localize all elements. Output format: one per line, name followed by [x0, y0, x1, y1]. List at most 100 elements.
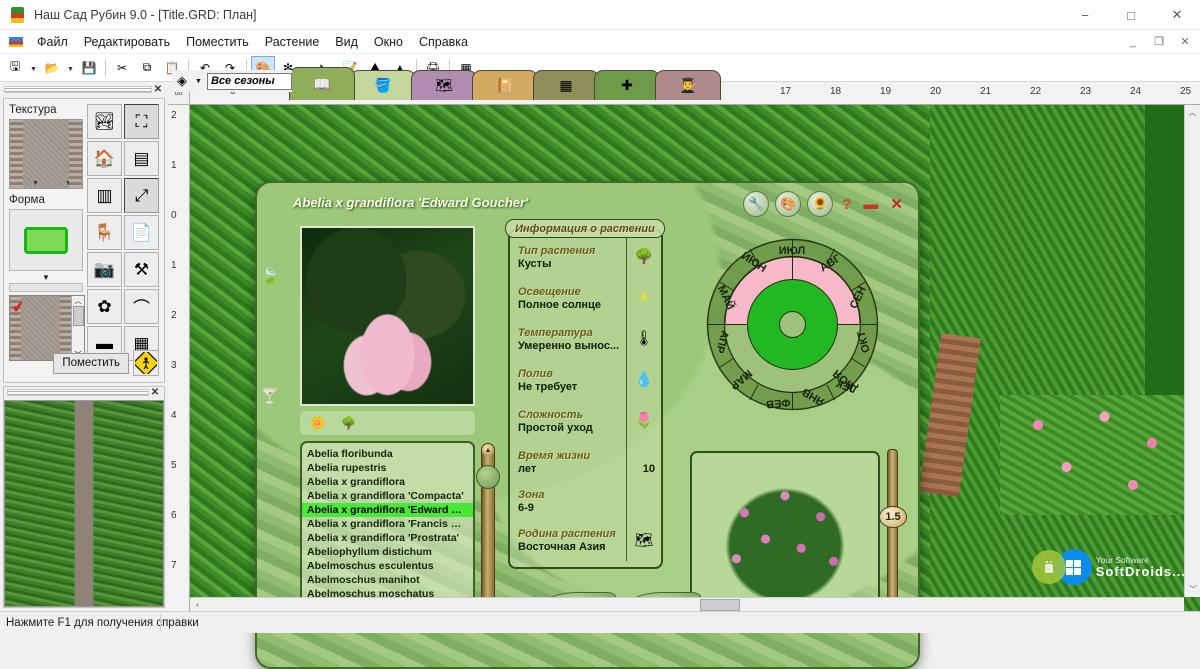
- scroll-up-icon[interactable]: ︿: [75, 296, 82, 306]
- list-item[interactable]: Abelia rupestris: [302, 461, 473, 475]
- watering-can-icon[interactable]: 🍸: [253, 363, 287, 429]
- list-icon[interactable]: 📄: [124, 215, 159, 250]
- plant-species-list[interactable]: Abelia floribunda Abelia rupestris Abeli…: [300, 441, 475, 616]
- tree-photo-icon[interactable]: 🌳: [341, 416, 356, 430]
- palette-icon[interactable]: 🎨: [775, 191, 802, 217]
- height-ruler[interactable]: [887, 449, 898, 607]
- camera-icon[interactable]: 📷: [87, 252, 122, 287]
- bridge-icon[interactable]: ⌒: [124, 289, 159, 324]
- dimension-icon[interactable]: ⤢: [124, 178, 159, 213]
- watering-can-icon: 🪣: [374, 77, 392, 93]
- scroll-up-icon[interactable]: ︿: [1185, 105, 1200, 120]
- garden-tools-icon[interactable]: 🔧: [743, 191, 770, 217]
- mdi-minimize-button[interactable]: _: [1120, 32, 1146, 51]
- list-item[interactable]: Abelmoschus manihot: [302, 573, 473, 587]
- menu-item-plant[interactable]: Растение: [257, 32, 328, 52]
- place-button[interactable]: Поместить: [53, 352, 129, 374]
- window-close-button[interactable]: ✕: [1154, 0, 1200, 30]
- expand-arrow[interactable]: ▼: [9, 273, 83, 282]
- vertical-ruler[interactable]: 2 1 0 1 2 3 4 5 6 7: [168, 105, 190, 611]
- open-folder-dropdown[interactable]: ▼: [65, 56, 76, 80]
- list-item[interactable]: Abelia floribunda: [302, 447, 473, 461]
- menu-item-file[interactable]: Файл: [29, 32, 76, 52]
- menu-item-view[interactable]: Вид: [327, 32, 366, 52]
- season-selector: ◈ ▼ Все сезоны: [172, 70, 292, 92]
- grass-texture-panel[interactable]: [3, 386, 165, 608]
- scroll-down-icon[interactable]: ﹀: [1185, 582, 1200, 597]
- mdi-restore-button[interactable]: ❐: [1146, 32, 1172, 51]
- close-icon[interactable]: ✕: [152, 84, 164, 95]
- list-item[interactable]: Abelia x grandiflora 'Francis Ma...: [302, 517, 473, 531]
- new-document-dropdown[interactable]: ▼: [28, 56, 39, 80]
- tab-gallery[interactable]: ▦: [533, 70, 599, 100]
- select-frame-icon[interactable]: ⛶: [124, 104, 159, 139]
- flower-icon[interactable]: ✿: [87, 289, 122, 324]
- leaf-bookmark-icon[interactable]: 🍃: [253, 243, 287, 309]
- tab-watering[interactable]: 🪣: [350, 70, 416, 100]
- flower-bed-icon[interactable]: 🌻: [807, 191, 834, 217]
- texture-preview[interactable]: ▼ ▼: [9, 119, 83, 189]
- height-value-badge[interactable]: 1.5: [879, 506, 907, 528]
- house-icon[interactable]: 🏠: [87, 141, 122, 176]
- menu-item-window[interactable]: Окно: [366, 32, 411, 52]
- help-icon[interactable]: ?: [839, 196, 854, 213]
- pedestrian-warning-icon[interactable]: [133, 350, 159, 376]
- list-item[interactable]: Abelia x grandiflora 'Prostrata': [302, 531, 473, 545]
- open-folder-icon[interactable]: 📂: [40, 56, 64, 80]
- scrollbar-thumb[interactable]: [700, 598, 740, 611]
- tools-icon[interactable]: ⚒: [124, 252, 159, 287]
- tab-expert[interactable]: 👨‍🎓: [655, 70, 721, 100]
- canvas-vertical-scrollbar[interactable]: ︿ ﹀: [1184, 105, 1200, 597]
- scroll-thumb[interactable]: [72, 306, 84, 326]
- list-item[interactable]: Abeliophyllum distichum: [302, 545, 473, 559]
- texture-slider[interactable]: [9, 283, 83, 292]
- save-icon[interactable]: 💾: [77, 56, 101, 80]
- month-jul: ИЮЛ: [779, 245, 806, 257]
- season-combo-value[interactable]: Все сезоны: [207, 72, 292, 90]
- grass-path-preview[interactable]: [4, 400, 164, 607]
- fence-icon[interactable]: ▥: [87, 178, 122, 213]
- shape-preview[interactable]: ▼: [9, 209, 96, 271]
- plant-size-preview[interactable]: [690, 451, 880, 606]
- mdi-close-button[interactable]: ✕: [1172, 32, 1198, 51]
- canvas-horizontal-scrollbar[interactable]: ‹: [190, 597, 1184, 611]
- texture-panel-grip[interactable]: ✕: [0, 83, 168, 96]
- scroll-up-icon[interactable]: ▲: [482, 444, 494, 456]
- cut-icon[interactable]: ✂: [110, 56, 134, 80]
- mdi-document-icon[interactable]: [8, 35, 24, 49]
- dialog-close-icon[interactable]: ✕: [887, 195, 906, 213]
- dialog-minimize-icon[interactable]: ▬: [860, 196, 881, 213]
- workspace: ✕ Текстура ▼▼ Форма ▼ ▼ ✔ ︿ ﹀: [0, 83, 1200, 669]
- lifespan-value: 10: [642, 463, 655, 475]
- bloom-calendar-wheel[interactable]: ЯНВ ФЕВ МАР АПР МАЙ ИЮН ИЮЛ АВГ СЕН ОКТ …: [705, 237, 880, 412]
- info-value: Умеренно вынос...: [518, 340, 620, 352]
- menu-bar: Файл Редактировать Поместить Растение Ви…: [0, 30, 1200, 54]
- scroll-left-icon[interactable]: ‹: [190, 600, 205, 609]
- menu-item-help[interactable]: Справка: [411, 32, 476, 52]
- list-item[interactable]: Abelia x grandiflora: [302, 475, 473, 489]
- copy-icon[interactable]: ⧉: [135, 56, 159, 80]
- layers-icon[interactable]: ◈: [172, 73, 192, 89]
- scrollbar-thumb[interactable]: [476, 465, 500, 489]
- menu-item-place[interactable]: Поместить: [178, 32, 257, 52]
- plant-photo[interactable]: [300, 226, 475, 406]
- new-document-icon[interactable]: 🖫: [3, 56, 27, 80]
- landscape-icon[interactable]: 🏞: [87, 104, 122, 139]
- tab-journal[interactable]: 📔: [472, 70, 538, 100]
- window-maximize-button[interactable]: □: [1108, 0, 1154, 30]
- ruler-tick: 1: [171, 260, 177, 271]
- list-item[interactable]: Abelia x grandiflora 'Compacta': [302, 489, 473, 503]
- flower-photo-icon[interactable]: 🌼: [310, 416, 325, 430]
- bench-icon[interactable]: 🪑: [87, 215, 122, 250]
- tab-encyclopedia[interactable]: 📖: [289, 67, 355, 100]
- list-item-selected[interactable]: Abelia x grandiflora 'Edward Go...: [302, 503, 473, 517]
- list-item[interactable]: Abelmoschus esculentus: [302, 559, 473, 573]
- layers-dropdown-arrow[interactable]: ▼: [195, 78, 204, 85]
- plant-list-scrollbar[interactable]: ▲ ▼: [476, 443, 500, 615]
- menu-item-edit[interactable]: Редактировать: [76, 32, 178, 52]
- info-panel-header: Информация о растении: [505, 219, 665, 238]
- window-minimize-button[interactable]: −: [1062, 0, 1108, 30]
- gradient-icon[interactable]: ▤: [124, 141, 159, 176]
- tab-health[interactable]: ✚: [594, 70, 660, 100]
- tab-map[interactable]: 🗺: [411, 70, 477, 100]
